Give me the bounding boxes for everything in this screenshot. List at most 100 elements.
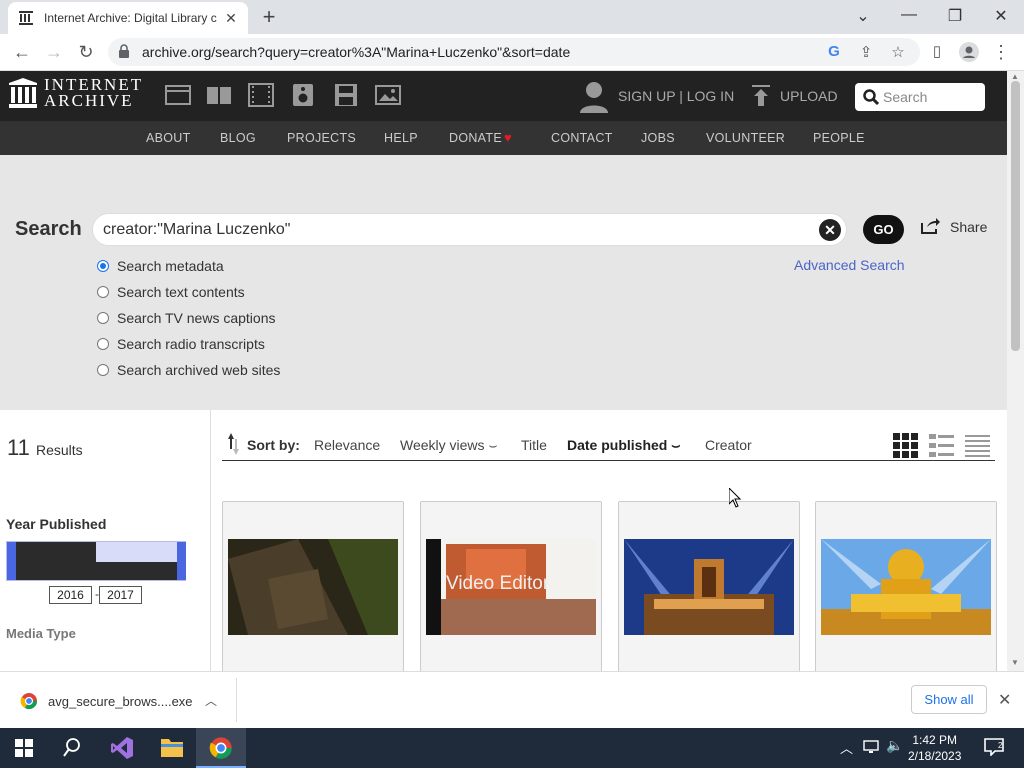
show-all-button[interactable]: Show all <box>911 685 987 714</box>
result-card[interactable] <box>815 501 997 673</box>
sort-creator[interactable]: Creator <box>705 437 752 453</box>
year-to-input[interactable]: 2017 <box>99 586 142 604</box>
chevron-up-icon[interactable]: ︿ <box>205 692 217 709</box>
radio[interactable] <box>97 364 109 376</box>
search-icon[interactable] <box>63 738 81 763</box>
compact-list-view-icon[interactable] <box>965 433 990 463</box>
images-icon[interactable] <box>375 83 401 112</box>
menu-kebab-icon[interactable]: ⋮ <box>990 42 1012 62</box>
radio-search-metadata[interactable]: Search metadata <box>97 258 224 274</box>
new-tab-icon[interactable]: + <box>258 6 280 28</box>
result-card[interactable]: Video Editor <box>420 501 602 673</box>
chrome-taskbar-button[interactable] <box>196 728 246 768</box>
nav-contact[interactable]: CONTACT <box>551 131 613 145</box>
back-icon[interactable]: ← <box>11 42 33 62</box>
radio-search-tv[interactable]: Search TV news captions <box>97 310 276 326</box>
network-icon[interactable] <box>863 740 879 759</box>
range-handle-left[interactable] <box>7 542 16 580</box>
video-icon[interactable] <box>248 83 274 112</box>
notifications-icon[interactable]: 2 <box>984 738 1004 761</box>
nav-help[interactable]: HELP <box>384 131 418 145</box>
share-icon[interactable] <box>920 217 940 240</box>
result-thumbnail[interactable] <box>821 539 991 635</box>
upload-link[interactable]: UPLOAD <box>780 88 838 104</box>
results-count: 11 <box>7 435 30 460</box>
nav-donate[interactable]: DONATE <box>449 131 502 145</box>
advanced-search-link[interactable]: Advanced Search <box>794 257 905 273</box>
divider <box>236 678 237 722</box>
year-histogram[interactable] <box>6 541 186 581</box>
result-thumbnail[interactable] <box>624 539 794 635</box>
clear-search-icon[interactable]: ✕ <box>819 219 841 241</box>
texts-icon[interactable] <box>206 83 232 112</box>
nav-volunteer[interactable]: VOLUNTEER <box>706 131 785 145</box>
share-link[interactable]: Share <box>950 219 987 235</box>
radio-selected[interactable] <box>97 260 109 272</box>
sort-weekly-views[interactable]: Weekly views ⌣ <box>400 437 498 454</box>
sort-by-label: Sort by: <box>247 437 300 453</box>
radio[interactable] <box>97 338 109 350</box>
radio-search-web[interactable]: Search archived web sites <box>97 362 280 378</box>
go-button[interactable]: GO <box>863 215 904 244</box>
nav-blog[interactable]: BLOG <box>220 131 256 145</box>
share-page-icon[interactable]: ⇪ <box>856 43 876 61</box>
chevron-down-icon[interactable]: ⌄ <box>851 6 875 26</box>
result-card[interactable] <box>618 501 800 673</box>
volume-icon[interactable]: 🔈 <box>886 737 903 754</box>
close-download-shelf-icon[interactable]: ✕ <box>998 690 1011 710</box>
browser-tab[interactable]: Internet Archive: Digital Library c ✕ <box>8 2 248 34</box>
nav-projects[interactable]: PROJECTS <box>287 131 356 145</box>
bookmark-star-icon[interactable]: ☆ <box>888 43 908 61</box>
chevron-up-icon[interactable]: ︿ <box>840 738 853 757</box>
radio[interactable] <box>97 286 109 298</box>
sort-title[interactable]: Title <box>521 437 547 453</box>
range-handle-right[interactable] <box>177 542 186 580</box>
scroll-up-icon[interactable]: ▲ <box>1011 72 1019 81</box>
list-detail-view-icon[interactable] <box>929 433 954 463</box>
search-query-input[interactable]: creator:"Marina Luczenko" <box>92 213 847 246</box>
result-thumbnail[interactable]: Video Editor <box>426 539 596 635</box>
result-thumbnail[interactable] <box>228 539 398 635</box>
scrollbar-thumb[interactable] <box>1011 81 1020 351</box>
visual-studio-icon[interactable] <box>110 736 134 765</box>
year-from-input[interactable]: 2016 <box>49 586 92 604</box>
nav-about[interactable]: ABOUT <box>146 131 191 145</box>
scroll-down-icon[interactable]: ▼ <box>1011 658 1019 667</box>
radio[interactable] <box>97 312 109 324</box>
download-filename[interactable]: avg_secure_brows....exe <box>48 694 193 709</box>
signup-login-link[interactable]: SIGN UP | LOG IN <box>618 88 734 104</box>
ia-logo[interactable]: INTERNET ARCHIVE <box>8 76 143 109</box>
google-lens-icon[interactable]: G <box>824 43 844 60</box>
radio-search-text[interactable]: Search text contents <box>97 284 245 300</box>
url-field[interactable]: archive.org/search?query=creator%3A"Mari… <box>108 38 920 66</box>
file-explorer-icon[interactable] <box>160 736 184 763</box>
result-card[interactable] <box>222 501 404 673</box>
web-icon[interactable] <box>165 83 191 112</box>
sort-relevance[interactable]: Relevance <box>314 437 380 453</box>
page-scrollbar[interactable]: ▲ ▼ <box>1007 71 1024 671</box>
sort-date-published[interactable]: Date published ⌣ <box>567 437 680 454</box>
year-published-heading: Year Published <box>6 516 107 532</box>
grid-view-icon[interactable] <box>893 433 918 463</box>
taskbar-clock[interactable]: 1:42 PM 2/18/2023 <box>908 732 961 764</box>
software-icon[interactable] <box>334 83 358 112</box>
ia-nav: ABOUT BLOG PROJECTS HELP DONATE ♥ CONTAC… <box>0 121 1007 155</box>
profile-avatar-icon[interactable] <box>958 42 980 66</box>
side-panel-icon[interactable]: ▯ <box>926 42 948 62</box>
minimize-icon[interactable]: — <box>897 6 921 24</box>
nav-people[interactable]: PEOPLE <box>813 131 865 145</box>
close-window-icon[interactable]: ✕ <box>989 6 1013 26</box>
restore-icon[interactable]: ❐ <box>943 6 967 26</box>
nav-jobs[interactable]: JOBS <box>641 131 675 145</box>
reload-icon[interactable]: ↻ <box>75 42 97 62</box>
clock-time: 1:42 PM <box>912 733 958 747</box>
audio-icon[interactable] <box>292 83 314 112</box>
close-tab-icon[interactable]: ✕ <box>222 10 240 27</box>
user-icon[interactable] <box>580 81 608 118</box>
radio-search-radio[interactable]: Search radio transcripts <box>97 336 265 352</box>
ia-search-input[interactable]: Search <box>855 83 985 111</box>
upload-icon[interactable] <box>752 85 770 112</box>
forward-icon[interactable]: → <box>43 42 65 62</box>
sort-direction-icon[interactable] <box>228 433 242 460</box>
windows-start-icon[interactable] <box>15 739 33 762</box>
